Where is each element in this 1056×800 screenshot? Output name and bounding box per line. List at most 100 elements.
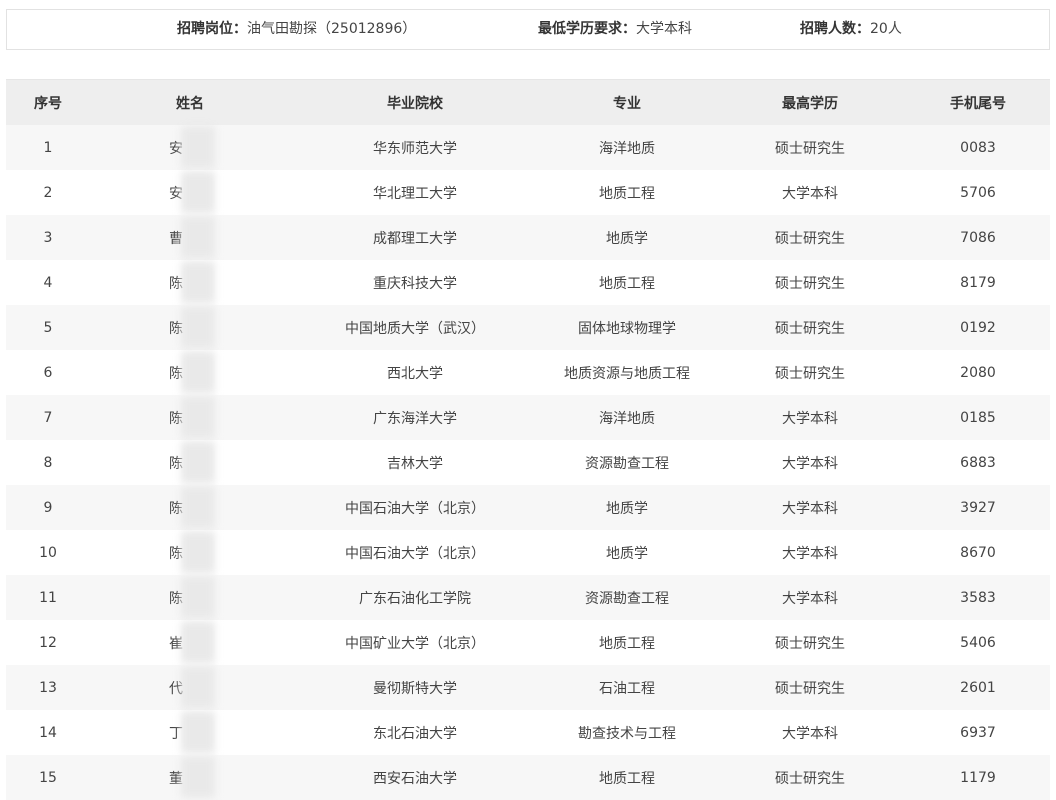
position-label: 招聘岗位： — [177, 21, 247, 37]
cell-index: 13 — [6, 665, 90, 710]
education-label: 最低学历要求： — [538, 21, 636, 37]
cell-degree: 大学本科 — [714, 485, 906, 530]
cell-name: 崔 — [90, 620, 290, 665]
table-row: 11 陈 广东石油化工学院 资源勘查工程 大学本科 3583 — [6, 575, 1050, 620]
table-row: 6 陈 西北大学 地质资源与地质工程 硕士研究生 2080 — [6, 350, 1050, 395]
table-row: 10 陈 中国石油大学（北京） 地质学 大学本科 8670 — [6, 530, 1050, 575]
name-privacy-blur — [181, 215, 215, 258]
table-row: 7 陈 广东海洋大学 海洋地质 大学本科 0185 — [6, 395, 1050, 440]
cell-major: 地质学 — [540, 530, 714, 575]
name-text-wrap: 陈 — [169, 260, 217, 303]
name-text-wrap: 陈 — [169, 395, 217, 438]
name-privacy-blur — [181, 620, 215, 663]
cell-name: 曹 — [90, 215, 290, 260]
cell-phone-suffix: 0185 — [906, 395, 1050, 440]
cell-school: 成都理工大学 — [290, 215, 540, 260]
cell-index: 10 — [6, 530, 90, 575]
cell-index: 8 — [6, 440, 90, 485]
cell-degree: 硕士研究生 — [714, 755, 906, 800]
table-row: 8 陈 吉林大学 资源勘查工程 大学本科 6883 — [6, 440, 1050, 485]
name-privacy-blur — [181, 710, 215, 753]
cell-school: 中国地质大学（武汉） — [290, 305, 540, 350]
cell-index: 5 — [6, 305, 90, 350]
cell-degree: 硕士研究生 — [714, 350, 906, 395]
candidate-table: 序号 姓名 毕业院校 专业 最高学历 手机尾号 1 安华东师范大学 海洋地质 硕士研究… — [6, 79, 1050, 800]
cell-phone-suffix: 3927 — [906, 485, 1050, 530]
cell-major: 海洋地质 — [540, 395, 714, 440]
name-text-wrap: 丁 — [169, 710, 217, 753]
table-row: 2 安 华北理工大学 地质工程 大学本科 5706 — [6, 170, 1050, 215]
name-text-wrap: 董 — [169, 755, 217, 798]
cell-degree: 硕士研究生 — [714, 125, 906, 170]
cell-degree: 大学本科 — [714, 575, 906, 620]
name-text-wrap: 陈 — [169, 485, 217, 528]
name-text-wrap: 安 — [169, 125, 217, 168]
cell-name: 陈 — [90, 530, 290, 575]
cell-school: 西安石油大学 — [290, 755, 540, 800]
cell-index: 7 — [6, 395, 90, 440]
cell-index: 6 — [6, 350, 90, 395]
position-value: 油气田勘探（25012896） — [247, 21, 417, 37]
header-degree: 最高学历 — [714, 79, 906, 125]
cell-school: 中国石油大学（北京） — [290, 530, 540, 575]
cell-index: 12 — [6, 620, 90, 665]
cell-degree: 硕士研究生 — [714, 305, 906, 350]
cell-degree: 硕士研究生 — [714, 620, 906, 665]
education-value: 大学本科 — [636, 21, 692, 37]
cell-major: 海洋地质 — [540, 125, 714, 170]
table-row: 12 崔 中国矿业大学（北京） 地质工程 硕士研究生 5406 — [6, 620, 1050, 665]
cell-degree: 大学本科 — [714, 440, 906, 485]
cell-major: 石油工程 — [540, 665, 714, 710]
count-label: 招聘人数： — [800, 21, 870, 37]
header-name: 姓名 — [90, 79, 290, 125]
recruitment-info-bar: 招聘岗位：油气田勘探（25012896） 最低学历要求：大学本科 招聘人数：20… — [6, 9, 1050, 50]
header-school: 毕业院校 — [290, 79, 540, 125]
cell-index: 14 — [6, 710, 90, 755]
cell-phone-suffix: 0083 — [906, 125, 1050, 170]
hiring-count-info: 招聘人数：20人 — [800, 10, 902, 49]
table-header-row: 序号 姓名 毕业院校 专业 最高学历 手机尾号 — [6, 79, 1050, 125]
cell-major: 资源勘查工程 — [540, 575, 714, 620]
table-row: 13 代 曼彻斯特大学 石油工程 硕士研究生 2601 — [6, 665, 1050, 710]
cell-phone-suffix: 5706 — [906, 170, 1050, 215]
cell-school: 广东石油化工学院 — [290, 575, 540, 620]
cell-name: 陈 — [90, 305, 290, 350]
cell-major: 资源勘查工程 — [540, 440, 714, 485]
cell-index: 4 — [6, 260, 90, 305]
cell-school: 吉林大学 — [290, 440, 540, 485]
header-phone-suffix: 手机尾号 — [906, 79, 1050, 125]
cell-phone-suffix: 8179 — [906, 260, 1050, 305]
cell-major: 地质学 — [540, 215, 714, 260]
cell-index: 2 — [6, 170, 90, 215]
name-text-wrap: 安 — [169, 170, 217, 213]
cell-major: 地质工程 — [540, 755, 714, 800]
header-major: 专业 — [540, 79, 714, 125]
name-privacy-blur — [181, 170, 215, 213]
header-index: 序号 — [6, 79, 90, 125]
name-privacy-blur — [181, 755, 215, 798]
cell-degree: 大学本科 — [714, 170, 906, 215]
cell-index: 9 — [6, 485, 90, 530]
cell-name: 安 — [90, 125, 290, 170]
cell-major: 固体地球物理学 — [540, 305, 714, 350]
name-privacy-blur — [181, 575, 215, 618]
name-text-wrap: 代 — [169, 665, 217, 708]
cell-name: 董 — [90, 755, 290, 800]
cell-name: 代 — [90, 665, 290, 710]
cell-phone-suffix: 8670 — [906, 530, 1050, 575]
position-info: 招聘岗位：油气田勘探（25012896） — [177, 10, 416, 49]
name-privacy-blur — [181, 260, 215, 303]
cell-school: 曼彻斯特大学 — [290, 665, 540, 710]
table-row: 1 安 华东师范大学 海洋地质 硕士研究生 0083 — [6, 125, 1050, 170]
cell-phone-suffix: 7086 — [906, 215, 1050, 260]
cell-phone-suffix: 5406 — [906, 620, 1050, 665]
cell-degree: 硕士研究生 — [714, 260, 906, 305]
education-requirement-info: 最低学历要求：大学本科 — [538, 10, 692, 49]
cell-degree: 硕士研究生 — [714, 665, 906, 710]
table-row: 4 陈 重庆科技大学 地质工程 硕士研究生 8179 — [6, 260, 1050, 305]
cell-index: 3 — [6, 215, 90, 260]
cell-name: 丁 — [90, 710, 290, 755]
name-privacy-blur — [181, 350, 215, 393]
cell-phone-suffix: 2601 — [906, 665, 1050, 710]
table-body: 1 安华东师范大学 海洋地质 硕士研究生 0083 2 安华北理工大学 地质工程 大学本科 570… — [6, 125, 1050, 800]
